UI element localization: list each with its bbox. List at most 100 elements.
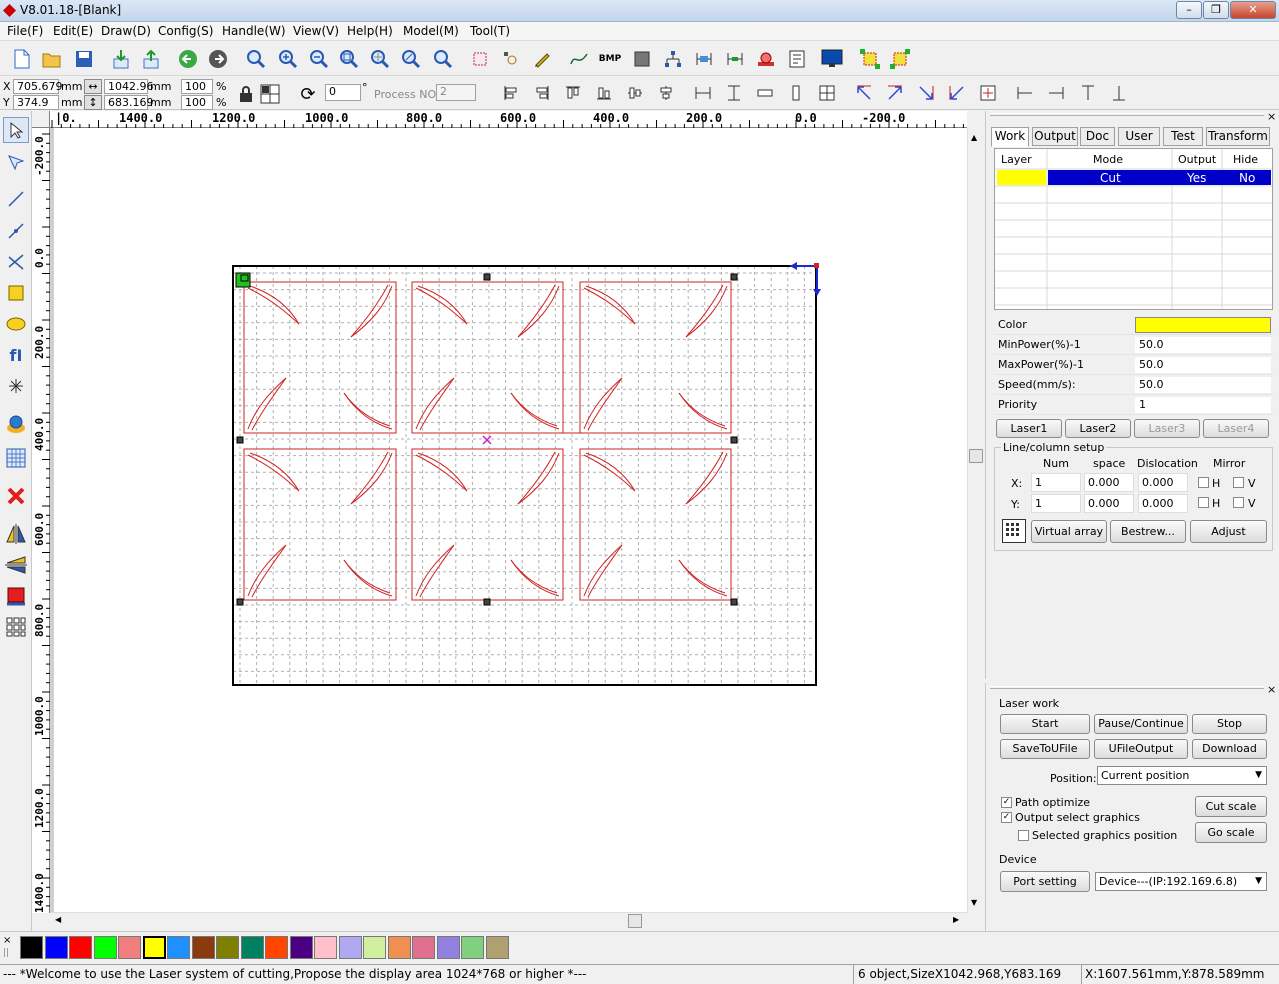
menu-handle[interactable]: Handle(W) [222,24,286,38]
stop-button[interactable]: Stop [1192,714,1267,734]
scroll-down-icon[interactable]: ▼ [971,898,977,907]
zoom-fit-icon[interactable] [399,47,423,71]
y-position-field[interactable]: 374.9 [13,95,59,110]
prop-minpower-value[interactable]: 50.0 [1135,337,1271,353]
bestrew-button[interactable]: Bestrew... [1110,520,1186,543]
panel-close-icon[interactable]: × [1267,683,1276,696]
laser-head-icon[interactable] [754,47,778,71]
export-icon[interactable] [139,47,163,71]
palette-swatch[interactable] [314,936,337,959]
prop-speed-value[interactable]: 50.0 [1135,377,1271,393]
palette-swatch[interactable] [363,936,386,959]
array-x-mirror-v-checkbox[interactable] [1233,477,1244,488]
distribute-bottom-icon[interactable] [1107,81,1131,105]
zoom-all-icon[interactable] [431,47,455,71]
adjust-button[interactable]: Adjust [1190,520,1267,543]
equal-spacing-h-icon[interactable] [753,81,777,105]
minimize-button[interactable]: – [1176,1,1202,19]
tab-user[interactable]: User [1118,127,1160,146]
process-no-field[interactable]: 2 [436,84,476,101]
palette-swatch[interactable] [69,936,92,959]
zoom-in-icon[interactable] [276,47,300,71]
distribute-top-icon[interactable] [1076,81,1100,105]
palette-swatch[interactable] [20,936,43,959]
delete-icon[interactable] [3,483,29,509]
new-file-icon[interactable] [10,47,34,71]
move-top-left-icon[interactable] [852,81,876,105]
tab-output[interactable]: Output [1032,127,1078,146]
rotate-frame-icon[interactable] [858,47,882,71]
zoom-page-icon[interactable] [368,47,392,71]
align-distance-icon[interactable] [723,47,747,71]
height-field[interactable]: 683.169 [104,95,154,110]
laser4-button[interactable]: Laser4 [1203,419,1269,438]
laser1-button[interactable]: Laser1 [996,419,1062,438]
palette-swatch[interactable] [289,936,313,959]
position-select[interactable]: Current position ▼ [1097,766,1267,785]
palette-swatch[interactable] [265,936,288,959]
node-select-icon[interactable] [3,149,29,175]
distribute-left-icon[interactable] [1013,81,1037,105]
bitmap-icon[interactable]: BMP [598,47,622,71]
palette-swatch[interactable] [461,936,484,959]
layer-color-swatch[interactable] [997,170,1046,185]
scroll-up-icon[interactable]: ▲ [971,133,977,142]
laser3-button[interactable]: Laser3 [1134,419,1200,438]
palette-swatch[interactable] [93,936,117,959]
drawing-canvas[interactable] [50,128,967,913]
align-left-icon[interactable] [499,81,523,105]
menu-tool[interactable]: Tool(T) [470,24,510,38]
prop-priority-value[interactable]: 1 [1135,397,1271,413]
palette-swatch[interactable] [436,936,460,959]
palette-swatch[interactable] [191,936,215,959]
palette-swatch[interactable] [240,936,264,959]
go-scale-button[interactable]: Go scale [1195,822,1267,843]
palette-swatch[interactable] [412,936,435,959]
horizontal-scroll-thumb[interactable] [628,914,642,928]
ufile-output-button[interactable]: UFileOutput [1094,739,1188,759]
array-x-mirror-h-checkbox[interactable] [1198,477,1209,488]
save-to-ufile-button[interactable]: SaveToUFile [1000,739,1090,759]
grid-array-icon[interactable] [3,445,29,471]
scroll-right-icon[interactable]: ▶ [953,915,959,924]
scroll-left-icon[interactable]: ◀ [55,915,61,924]
laser-camera-icon[interactable] [3,411,29,437]
align-center-h-icon[interactable] [623,81,647,105]
width-field[interactable]: 1042.96 [104,79,154,94]
prop-maxpower-value[interactable]: 50.0 [1135,357,1271,373]
point-tool-icon[interactable] [3,373,29,399]
cut-scale-button[interactable]: Cut scale [1195,796,1267,817]
tab-transform[interactable]: Transform [1206,127,1270,146]
node-edit-icon[interactable] [499,47,523,71]
polyline-tool-icon[interactable] [3,218,29,244]
text-tool-icon[interactable]: fI [3,342,29,368]
lock-ratio-icon[interactable] [234,82,258,106]
array-x-dislocation-field[interactable]: 0.000 [1138,473,1188,492]
menu-draw[interactable]: Draw(D) [101,24,151,38]
laser-output-icon[interactable] [3,583,29,609]
palette-swatch[interactable] [118,936,141,959]
palette-swatch[interactable] [167,936,190,959]
rotate-icon[interactable]: ⟳ [296,82,320,106]
array-y-space-field[interactable]: 0.000 [1084,494,1134,513]
mirror-vertical-icon[interactable] [3,552,29,578]
import-icon[interactable] [109,47,133,71]
prop-color-value[interactable] [1135,317,1271,333]
array-x-num-field[interactable]: 1 [1031,473,1081,492]
x-position-field[interactable]: 705.679 [13,79,63,94]
download-button[interactable]: Download [1192,739,1267,759]
align-top-icon[interactable] [561,81,585,105]
distance-icon[interactable] [692,47,716,71]
horizontal-scrollbar[interactable]: ◀ ▶ [50,912,967,929]
array-y-mirror-h-checkbox[interactable] [1198,497,1209,508]
scale-x-field[interactable]: 100 [181,79,213,94]
rectangle-draw-icon[interactable] [3,280,29,306]
select-arrow-icon[interactable] [3,117,29,143]
palette-close-icon[interactable]: × [3,935,11,946]
menu-config[interactable]: Config(S) [158,24,213,38]
move-center-icon[interactable] [976,81,1000,105]
array-y-dislocation-field[interactable]: 0.000 [1138,494,1188,513]
array-x-space-field[interactable]: 0.000 [1084,473,1134,492]
virtual-array-button[interactable]: Virtual array [1031,520,1107,543]
port-setting-button[interactable]: Port setting [1000,871,1090,892]
